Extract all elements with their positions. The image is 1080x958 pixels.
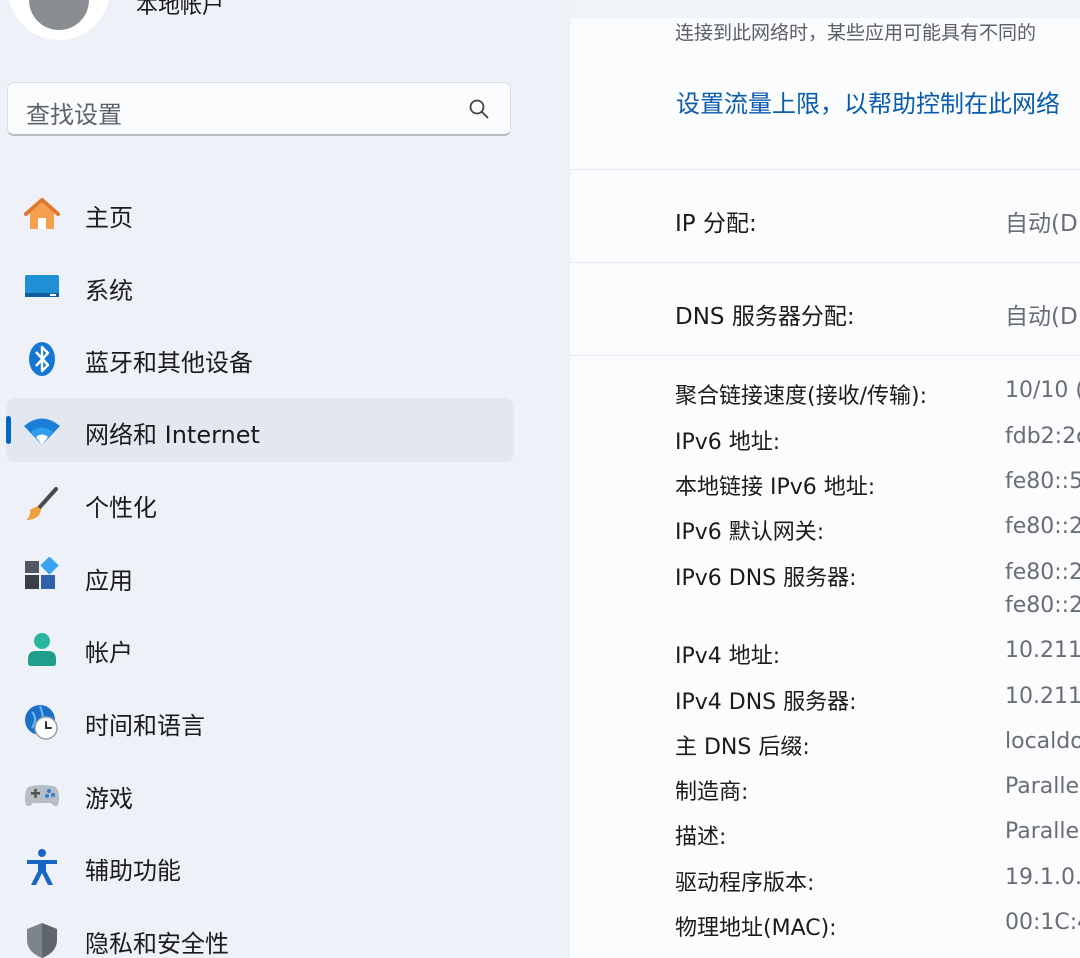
sidebar-item-label: 游戏 (85, 785, 133, 813)
property-label: 聚合链接速度(接收/传输): (675, 384, 927, 409)
metered-connection-card: 连接到此网络时，某些应用可能具有不同的 设置流量上限，以帮助控制在此网络 (570, 18, 1080, 168)
property-label: 主 DNS 后缀: (675, 735, 810, 760)
property-value: 10/10 ( (1005, 378, 1080, 403)
dns-assignment-value: 自动(D (1005, 304, 1078, 330)
selection-indicator (6, 416, 11, 444)
home-icon (24, 198, 60, 229)
search-placeholder: 查找设置 (26, 101, 122, 129)
ip-assignment-value: 自动(D (1005, 211, 1078, 237)
settings-window: 本地帐户 查找设置 主页 系统 蓝牙和其他设备 网络和 Internet 个性化… (0, 0, 1080, 958)
sidebar-item-label: 主页 (85, 204, 133, 232)
sidebar-item-label: 蓝牙和其他设备 (85, 349, 253, 377)
gamepad-icon (24, 785, 60, 807)
property-value: Paralle (1005, 819, 1080, 844)
search-icon[interactable] (468, 98, 490, 120)
property-value: localdo (1005, 729, 1080, 754)
property-label: IPv6 DNS 服务器: (675, 566, 857, 591)
ip-assignment-label: IP 分配: (675, 211, 757, 237)
property-value: fe80::2 (1005, 560, 1080, 585)
sidebar-item-label: 应用 (85, 567, 133, 595)
property-value: 10.211.5 (1005, 638, 1080, 663)
property-value: fe80::2 (1005, 514, 1080, 539)
bluetooth-icon (29, 342, 55, 376)
property-value: 00:1C:4 (1005, 910, 1080, 935)
data-limit-link[interactable]: 设置流量上限，以帮助控制在此网络 (676, 84, 1060, 119)
sidebar-item-home[interactable]: 主页 (6, 181, 514, 245)
sidebar-item-gaming[interactable]: 游戏 (6, 762, 514, 826)
accessibility-icon (27, 849, 57, 885)
avatar-image (29, 0, 89, 30)
sidebar-item-label: 隐私和安全性 (85, 930, 229, 958)
account-name: 本地帐户 (136, 0, 225, 19)
sidebar-item-accounts[interactable]: 帐户 (6, 616, 514, 680)
brush-icon (26, 487, 58, 520)
sidebar-item-system[interactable]: 系统 (6, 254, 514, 318)
property-value: fe80::2 (1005, 593, 1080, 618)
property-label: 驱动程序版本: (675, 871, 815, 896)
property-value: Paralle (1005, 774, 1080, 799)
system-icon (25, 275, 59, 297)
wifi-icon (24, 418, 60, 445)
sidebar-item-label: 辅助功能 (85, 857, 181, 885)
sidebar-item-personalization[interactable]: 个性化 (6, 471, 514, 535)
apps-icon (25, 557, 59, 589)
shield-icon (27, 923, 57, 958)
property-label: IPv6 默认网关: (675, 520, 825, 545)
search-input[interactable]: 查找设置 (7, 82, 511, 136)
sidebar-item-label: 帐户 (85, 639, 133, 667)
property-value: 19.1.0.5 (1005, 865, 1080, 890)
property-label: 制造商: (675, 780, 749, 805)
property-label: 本地链接 IPv6 地址: (675, 475, 876, 500)
avatar[interactable] (8, 0, 110, 40)
ip-assignment-row: IP 分配: 自动(D (570, 169, 1080, 262)
sidebar-item-privacy[interactable]: 隐私和安全性 (6, 907, 514, 958)
account-icon (28, 633, 56, 666)
property-label: 物理地址(MAC): (675, 916, 837, 941)
sidebar-item-bluetooth[interactable]: 蓝牙和其他设备 (6, 326, 514, 390)
property-value: 10.211.5 (1005, 684, 1080, 709)
time-language-icon (25, 705, 58, 740)
property-label: IPv4 地址: (675, 644, 781, 669)
sidebar-item-time-language[interactable]: 时间和语言 (6, 689, 514, 753)
property-label: IPv4 DNS 服务器: (675, 690, 857, 715)
property-value: fdb2:2c (1005, 424, 1080, 449)
sidebar-item-label: 时间和语言 (85, 712, 205, 740)
sidebar-item-label: 系统 (85, 277, 133, 305)
metered-note: 连接到此网络时，某些应用可能具有不同的 (675, 22, 1037, 44)
properties-card: 聚合链接速度(接收/传输): 10/10 ( IPv6 地址: fdb2:2c … (570, 355, 1080, 958)
dns-assignment-row: DNS 服务器分配: 自动(D (570, 262, 1080, 355)
sidebar-item-accessibility[interactable]: 辅助功能 (6, 834, 514, 898)
property-label: 描述: (675, 825, 727, 850)
content-pane: 连接到此网络时，某些应用可能具有不同的 设置流量上限，以帮助控制在此网络 IP … (570, 18, 1080, 958)
dns-assignment-label: DNS 服务器分配: (675, 304, 855, 330)
sidebar-item-apps[interactable]: 应用 (6, 544, 514, 608)
sidebar-item-label: 网络和 Internet (85, 421, 260, 449)
property-label: IPv6 地址: (675, 430, 781, 455)
property-value: fe80::5 (1005, 469, 1080, 494)
sidebar-item-network[interactable]: 网络和 Internet (6, 398, 514, 462)
sidebar-item-label: 个性化 (85, 494, 157, 522)
sidebar: 本地帐户 查找设置 主页 系统 蓝牙和其他设备 网络和 Internet 个性化… (0, 0, 570, 958)
